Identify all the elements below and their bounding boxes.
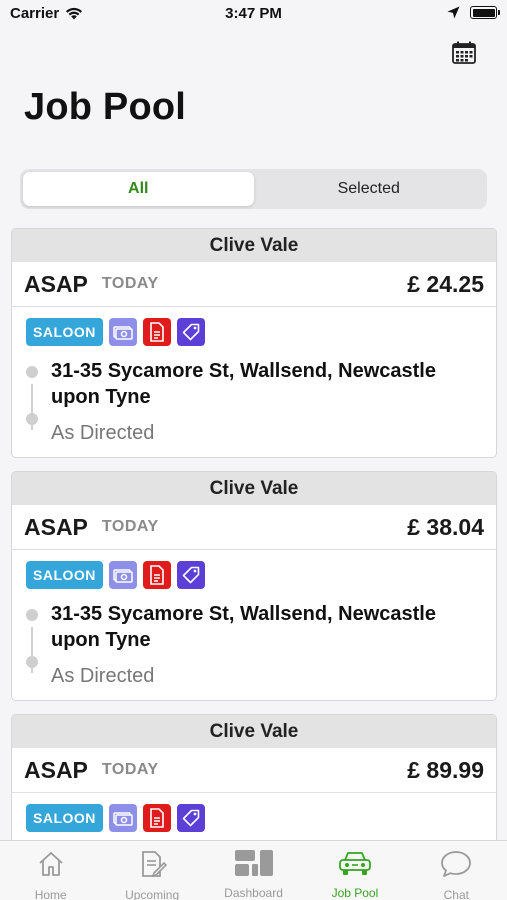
job-card[interactable]: Clive Vale ASAP TODAY £ 89.99 SALOON <box>11 714 497 845</box>
tab-dashboard-label: Dashboard <box>224 886 283 900</box>
job-price: £ 89.99 <box>407 756 484 783</box>
price-tag-icon <box>176 561 205 589</box>
dropoff-address: As Directed <box>51 665 155 687</box>
battery-icon <box>470 6 500 19</box>
job-tags: SALOON <box>26 318 482 346</box>
job-tags: SALOON <box>26 804 482 832</box>
document-icon <box>142 561 171 589</box>
status-time: 3:47 PM <box>225 5 282 22</box>
tab-chat[interactable]: Chat <box>406 841 507 900</box>
tab-upcoming-label: Upcoming <box>125 888 180 900</box>
job-tags: SALOON <box>26 561 482 589</box>
job-details: SALOON <box>12 793 496 844</box>
job-day: TODAY <box>101 761 159 778</box>
job-passenger-name: Clive Vale <box>12 472 496 505</box>
segment-all[interactable]: All <box>23 172 254 206</box>
cash-payment-icon <box>108 318 137 346</box>
job-when: ASAP <box>24 270 88 297</box>
tab-bar: Home Upcoming Dashboard Job Pool Chat <box>0 840 507 900</box>
job-list: Clive Vale ASAP TODAY £ 24.25 SALOON 31-… <box>11 228 497 858</box>
chat-icon <box>439 849 473 879</box>
job-day: TODAY <box>101 275 159 292</box>
job-passenger-name: Clive Vale <box>12 229 496 262</box>
price-tag-icon <box>176 804 205 832</box>
document-icon <box>142 804 171 832</box>
tab-home[interactable]: Home <box>0 841 101 900</box>
home-icon <box>36 849 66 879</box>
job-price: £ 38.04 <box>407 513 484 540</box>
calendar-button[interactable] <box>451 40 477 66</box>
dropoff-address: As Directed <box>51 422 155 444</box>
filter-segmented-control: All Selected <box>20 169 487 209</box>
job-route: 31-35 Sycamore St, Wallsend, Newcastle u… <box>26 601 482 688</box>
pickup-dot <box>26 609 38 621</box>
pickup-dot <box>26 366 38 378</box>
job-card[interactable]: Clive Vale ASAP TODAY £ 38.04 SALOON 31-… <box>11 471 497 701</box>
vehicle-type-badge: SALOON <box>26 804 103 832</box>
job-route: 31-35 Sycamore St, Wallsend, Newcastle u… <box>26 358 482 445</box>
car-icon <box>337 849 373 877</box>
vehicle-type-badge: SALOON <box>26 561 103 589</box>
document-icon <box>142 318 171 346</box>
job-day: TODAY <box>101 518 159 535</box>
location-arrow-icon <box>447 6 460 19</box>
job-card[interactable]: Clive Vale ASAP TODAY £ 24.25 SALOON 31-… <box>11 228 497 458</box>
upcoming-icon <box>137 849 168 879</box>
segment-selected[interactable]: Selected <box>254 172 485 206</box>
page-title: Job Pool <box>24 86 187 128</box>
tab-home-label: Home <box>34 888 67 900</box>
status-right <box>447 6 500 19</box>
job-details: SALOON 31-35 Sycamore St, Wallsend, Newc… <box>12 550 496 700</box>
cash-payment-icon <box>108 804 137 832</box>
job-summary-row: ASAP TODAY £ 24.25 <box>12 262 496 307</box>
tab-chat-label: Chat <box>443 888 469 900</box>
vehicle-type-badge: SALOON <box>26 318 103 346</box>
job-when: ASAP <box>24 513 88 540</box>
calendar-icon <box>452 41 476 64</box>
pickup-address: 31-35 Sycamore St, Wallsend, Newcastle u… <box>51 603 436 651</box>
tab-job-pool[interactable]: Job Pool <box>304 841 405 900</box>
dropoff-dot <box>26 656 38 668</box>
status-bar: Carrier 3:47 PM <box>0 0 507 28</box>
cash-payment-icon <box>108 561 137 589</box>
pickup-address: 31-35 Sycamore St, Wallsend, Newcastle u… <box>51 360 436 408</box>
job-summary-row: ASAP TODAY £ 38.04 <box>12 505 496 550</box>
job-summary-row: ASAP TODAY £ 89.99 <box>12 748 496 793</box>
job-passenger-name: Clive Vale <box>12 715 496 748</box>
tab-upcoming[interactable]: Upcoming <box>101 841 202 900</box>
job-details: SALOON 31-35 Sycamore St, Wallsend, Newc… <box>12 307 496 457</box>
price-tag-icon <box>176 318 205 346</box>
dashboard-icon <box>234 849 274 877</box>
tab-job-pool-label: Job Pool <box>331 886 379 900</box>
job-price: £ 24.25 <box>407 270 484 297</box>
job-when: ASAP <box>24 756 88 783</box>
dropoff-dot <box>26 413 38 425</box>
tab-dashboard[interactable]: Dashboard <box>203 841 304 900</box>
